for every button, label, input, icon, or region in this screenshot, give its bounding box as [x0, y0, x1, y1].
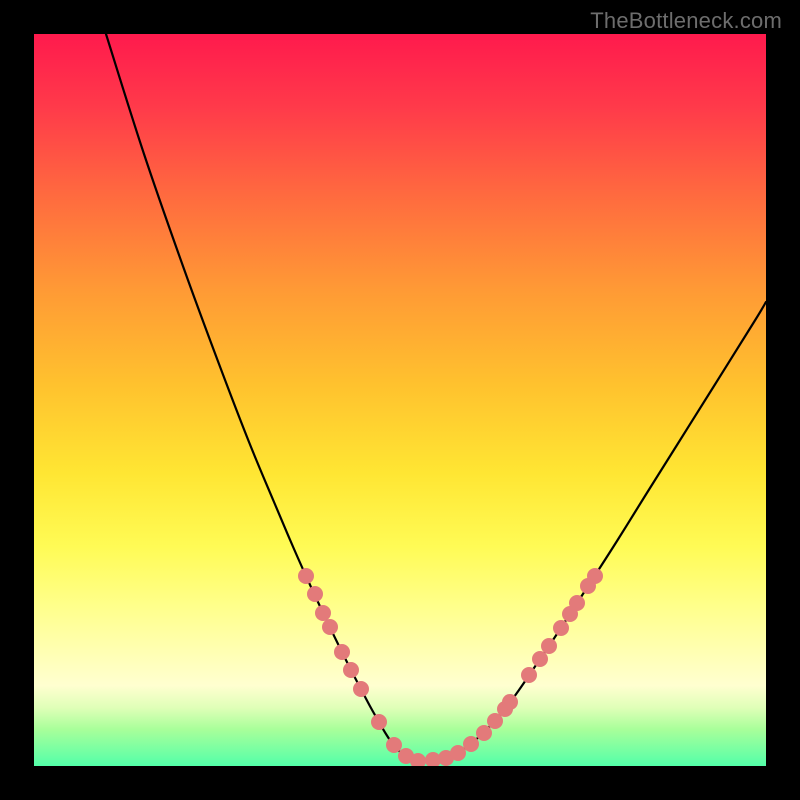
data-dot — [476, 725, 492, 741]
data-dot — [371, 714, 387, 730]
plot-area — [34, 34, 766, 766]
data-dot — [521, 667, 537, 683]
watermark-text: TheBottleneck.com — [590, 8, 782, 34]
data-dot — [569, 595, 585, 611]
chart-frame: TheBottleneck.com — [0, 0, 800, 800]
data-dot — [502, 694, 518, 710]
data-dot — [450, 745, 466, 761]
data-dot — [334, 644, 350, 660]
data-dot — [315, 605, 331, 621]
data-dot — [532, 651, 548, 667]
data-dot — [386, 737, 402, 753]
data-dot — [587, 568, 603, 584]
data-dot — [553, 620, 569, 636]
data-dot — [298, 568, 314, 584]
data-dot — [322, 619, 338, 635]
data-dot — [541, 638, 557, 654]
data-dot — [463, 736, 479, 752]
data-dot — [343, 662, 359, 678]
curve-overlay — [34, 34, 766, 766]
bottleneck-curve-right — [422, 302, 766, 761]
data-dot — [307, 586, 323, 602]
data-dot — [353, 681, 369, 697]
bottleneck-curve-left — [106, 34, 422, 761]
